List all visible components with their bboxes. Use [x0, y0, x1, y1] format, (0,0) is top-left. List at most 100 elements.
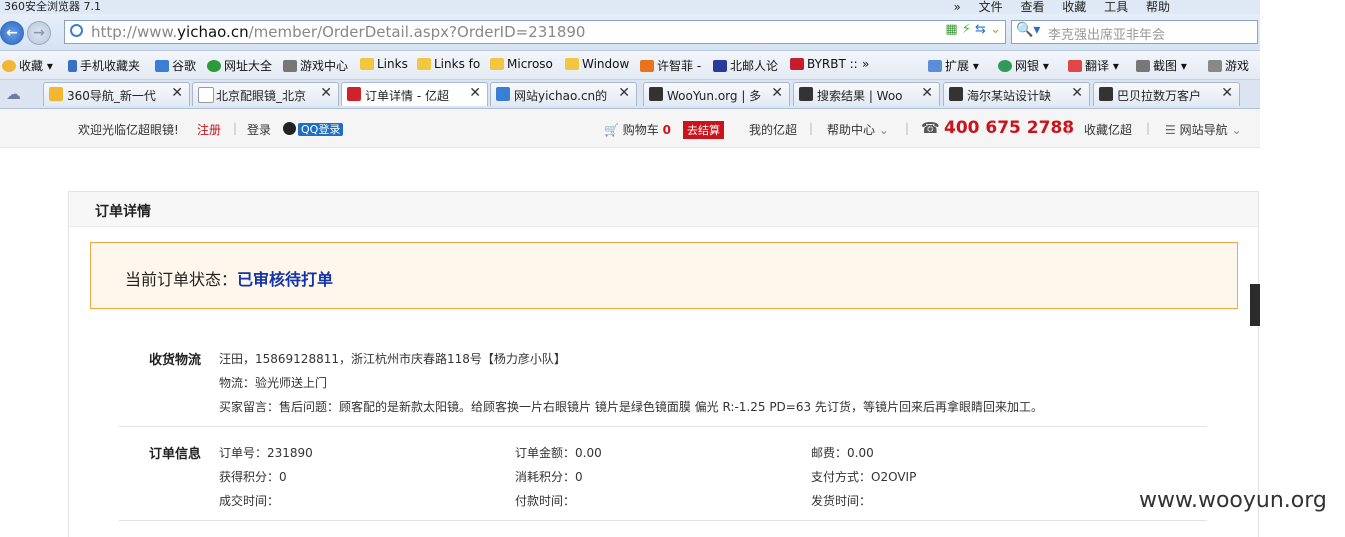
tab-favicon [799, 87, 813, 101]
tab-haier[interactable]: 海尔某站设计缺 ✕ [943, 82, 1090, 106]
checkout-button[interactable]: 去结算 [683, 121, 724, 139]
butterfly-icon [790, 58, 804, 70]
search-icon[interactable]: 🔍▾ [1016, 22, 1040, 38]
bank-icon [998, 60, 1012, 72]
tab-favicon [496, 87, 510, 101]
side-float-tab[interactable] [1250, 284, 1260, 326]
dropdown-arrow-icon[interactable]: ⌄ [990, 22, 1001, 37]
section-divider [119, 520, 1207, 521]
menu-file[interactable]: 文件 [979, 0, 1003, 14]
folder-icon [565, 58, 579, 70]
toolbar-translate[interactable]: 翻译 ▾ [1068, 57, 1119, 74]
tab-favicon [649, 87, 663, 101]
fav-label: 谷歌 [172, 59, 197, 73]
fav-item-games[interactable]: 游戏中心 [283, 57, 348, 74]
qr-icon[interactable]: ▦ [945, 22, 957, 37]
phone-icon: ☎ [921, 119, 940, 137]
menu-view[interactable]: 查看 [1020, 0, 1044, 14]
fav-item-byr[interactable]: 北邮人论 [713, 57, 778, 74]
menu-favorites[interactable]: 收藏 [1062, 0, 1086, 14]
close-icon[interactable]: ✕ [469, 85, 481, 101]
tab-order-detail[interactable]: 订单详情 - 亿超 ✕ [341, 82, 488, 106]
cart-link[interactable]: 🛒 购物车 0 [604, 121, 671, 138]
tab-beijing-glasses[interactable]: 北京配眼镜_北京 ✕ [192, 82, 339, 106]
help-center-link[interactable]: 帮助中心 ⌄ [827, 121, 889, 138]
toolbar-netbank[interactable]: 网银 ▾ [998, 57, 1049, 74]
menu-tools[interactable]: 工具 [1104, 0, 1128, 14]
search-input[interactable]: 李克强出席亚非年会 [1048, 24, 1165, 43]
menu-icon: ☰ [1165, 123, 1176, 137]
fav-label: 扩展 [945, 59, 970, 73]
separator: | [905, 121, 910, 135]
tab-search-results[interactable]: 搜索结果 | Woo ✕ [793, 82, 940, 106]
menu-more[interactable]: » [953, 0, 960, 14]
toolbar-screenshot[interactable]: 截图 ▾ [1136, 57, 1187, 74]
scissors-icon [1136, 60, 1150, 72]
address-bar[interactable]: http://www.yichao.cn/member/OrderDetail.… [64, 20, 1006, 44]
tab-wooyun[interactable]: WooYun.org | 多 ✕ [643, 82, 790, 106]
tab-favicon [347, 87, 361, 101]
toolbar-extensions[interactable]: 扩展 ▾ [928, 57, 979, 74]
toolbar-games[interactable]: 游戏 [1208, 57, 1249, 74]
order-detail-panel: 订单详情 当前订单状态：已审核待打单 收货物流 汪田，15869128811，浙… [68, 191, 1259, 537]
close-icon[interactable]: ✕ [320, 85, 332, 101]
ship-time: 发货时间： [811, 494, 872, 508]
tab-babeila[interactable]: 巴贝拉数万客户 ✕ [1093, 82, 1240, 106]
my-account-link[interactable]: 我的亿超 [749, 121, 797, 138]
menu-help[interactable]: 帮助 [1146, 0, 1170, 14]
url-domain: yichao.cn [177, 23, 249, 41]
login-link[interactable]: 登录 [247, 121, 271, 138]
qq-icon [283, 122, 296, 135]
status-label: 当前订单状态： [125, 270, 238, 289]
cart-label: 购物车 [622, 123, 659, 137]
help-label: 帮助中心 [827, 123, 876, 137]
close-icon[interactable]: ✕ [171, 85, 183, 101]
pay-time: 付款时间： [515, 494, 576, 508]
close-icon[interactable]: ✕ [1221, 85, 1233, 101]
fav-item-hao[interactable]: 网址大全 [207, 57, 272, 74]
address-tools: ▦ ⚡ ⇆ ⌄ [945, 22, 1001, 37]
panel-header: 订单详情 [69, 192, 1258, 227]
shipping-address: 汪田，15869128811，浙江杭州市庆春路118号【杨力彦小队】 [219, 352, 566, 366]
fav-item-xu[interactable]: 许智菲 - [640, 57, 701, 74]
qq-login-button[interactable]: QQ登录 [283, 121, 344, 137]
refresh-icon[interactable]: ⇆ [975, 22, 986, 37]
close-icon[interactable]: ✕ [921, 85, 933, 101]
fav-overflow[interactable]: » [862, 57, 869, 71]
cart-icon: 🛒 [604, 123, 619, 137]
lightning-icon[interactable]: ⚡ [962, 22, 971, 37]
close-icon[interactable]: ✕ [618, 85, 630, 101]
separator: | [1066, 121, 1071, 135]
search-box[interactable]: 🔍▾ 李克强出席亚非年会 [1011, 20, 1258, 44]
fav-label: Window [582, 57, 630, 71]
fav-label: 游戏 [1225, 59, 1250, 73]
tab-label: 北京配眼镜_北京 [216, 89, 307, 103]
register-link[interactable]: 注册 [197, 121, 221, 138]
fav-folder-links-fo[interactable]: Links fo [417, 57, 480, 71]
tab-favicon [1099, 87, 1113, 101]
bookmark-site-link[interactable]: 收藏亿超 [1084, 121, 1132, 138]
gamepad-icon [1208, 60, 1222, 72]
fav-folder-links[interactable]: Links [360, 57, 408, 71]
fav-folder-windows[interactable]: Window [565, 57, 629, 71]
address-url[interactable]: http://www.yichao.cn/member/OrderDetail.… [91, 23, 585, 41]
fav-item-google[interactable]: 谷歌 [155, 57, 196, 74]
fav-item-byrbt[interactable]: BYRBT :: [790, 57, 858, 71]
cart-count: 0 [662, 123, 671, 137]
folder-icon [360, 58, 374, 70]
cloud-icon[interactable]: ☁ [6, 85, 21, 103]
close-icon[interactable]: ✕ [1071, 85, 1083, 101]
tab-360-nav[interactable]: 360导航_新一代 ✕ [43, 82, 190, 106]
forward-button[interactable]: → [27, 21, 51, 45]
folder-icon [490, 58, 504, 70]
tab-yichao-site[interactable]: 网站yichao.cn的 ✕ [490, 82, 637, 106]
site-top-bar: 欢迎光临亿超眼镜! 注册 | 登录 QQ登录 🛒 购物车 0 去结算 我的亿超 … [0, 109, 1260, 148]
fav-folder-microsoft[interactable]: Microso [490, 57, 553, 71]
site-nav-menu[interactable]: ☰ 网站导航 ⌄ [1165, 121, 1242, 138]
close-icon[interactable]: ✕ [771, 85, 783, 101]
fav-item-mobile[interactable]: 手机收藏夹 [68, 57, 140, 74]
back-button[interactable]: ← [0, 21, 24, 45]
fav-item-collect[interactable]: 收藏 ▾ [2, 57, 53, 74]
fav-label: 截图 [1153, 59, 1178, 73]
tab-label: 订单详情 - 亿超 [365, 89, 449, 103]
